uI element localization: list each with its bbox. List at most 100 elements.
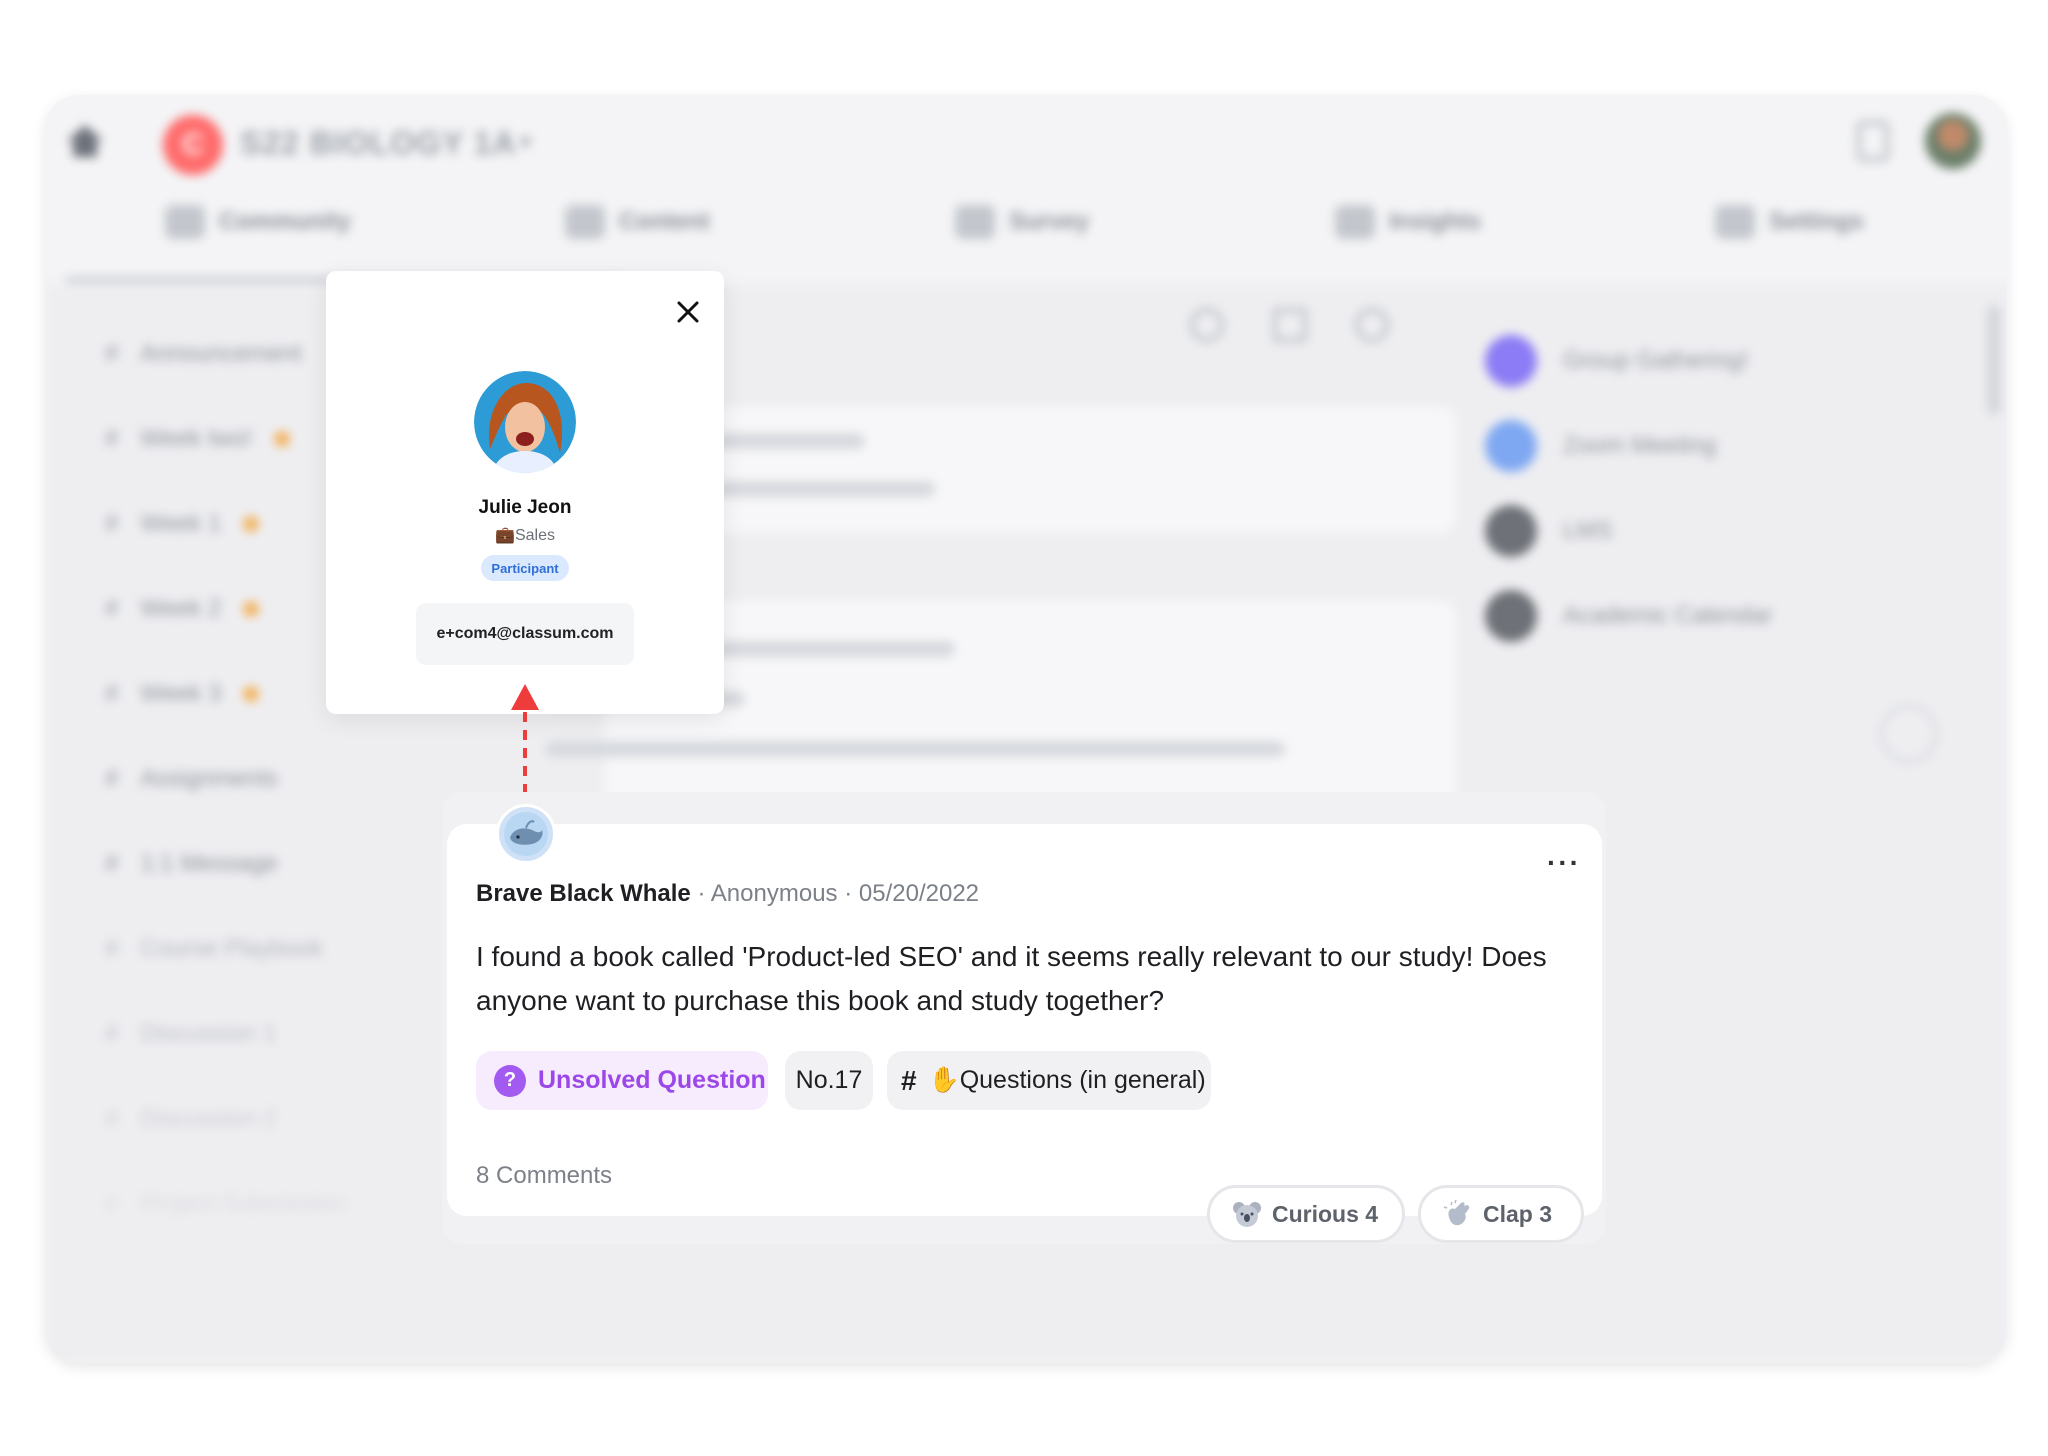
post-date: 05/20/2022 — [858, 880, 980, 907]
sidebar-item-label: Course Playbook — [140, 935, 324, 962]
chevron-down-icon[interactable]: ▾ — [520, 129, 531, 155]
sidebar-item-label: Project Submission — [140, 1190, 346, 1217]
tab-label: Settings — [1769, 208, 1864, 235]
tab-survey[interactable]: Survey — [955, 205, 1089, 239]
hash-icon: # — [105, 765, 119, 792]
settings-icon[interactable] — [1355, 308, 1389, 342]
course-name[interactable]: S22 BIOLOGY 1A — [240, 125, 517, 162]
app-header: C S22 BIOLOGY 1A ▾ — [45, 95, 2007, 195]
whale-icon — [504, 812, 548, 856]
sidebar-item[interactable]: # Discussion 1 — [105, 1020, 276, 1048]
sidebar-item-label: Discussion 2 — [140, 1105, 277, 1132]
meta-separator: · — [844, 880, 859, 907]
course-logo[interactable]: C — [163, 115, 223, 175]
community-icon — [165, 205, 205, 239]
sidebar-item-label: Discussion 1 — [140, 1020, 277, 1047]
sidebar-item[interactable]: # Week two! — [105, 425, 290, 453]
feed-card[interactable] — [605, 407, 1455, 533]
graduation-cap-icon — [1485, 505, 1537, 557]
sidebar-item[interactable]: # Course Playbook — [105, 935, 323, 963]
tab-insights[interactable]: Insights — [1335, 205, 1481, 239]
unread-dot — [273, 431, 290, 447]
right-panel-label: Academic Calendar — [1563, 602, 1773, 629]
right-panel-item[interactable]: Academic Calendar — [1485, 590, 1772, 642]
sidebar-item-label: Assignments — [140, 765, 278, 792]
hash-icon: # — [105, 1105, 119, 1132]
hash-icon: # — [105, 1020, 119, 1047]
more-options-button[interactable]: ··· — [1547, 849, 1581, 877]
reaction-label: Curious 4 — [1272, 1200, 1379, 1227]
hash-icon: # — [105, 510, 119, 537]
topic-tag[interactable]: # ✋Questions (in general) — [887, 1051, 1211, 1110]
right-panel-item[interactable]: LMS — [1485, 505, 1612, 557]
sidebar-item[interactable]: # Announcement — [105, 340, 302, 368]
right-panel-label: LMS — [1563, 517, 1613, 544]
post-meta: Brave Black Whale · Anonymous · 05/20/20… — [476, 880, 979, 908]
hash-icon: # — [105, 340, 119, 367]
home-icon[interactable] — [65, 123, 105, 159]
video-icon — [1485, 420, 1537, 472]
curious-reaction-button[interactable]: Curious 4 — [1207, 1185, 1405, 1243]
post-visibility: Anonymous — [710, 880, 838, 907]
document-icon[interactable] — [1857, 121, 1889, 161]
sidebar-item[interactable]: # Discussion 2 — [105, 1105, 276, 1133]
filter-icon[interactable] — [1273, 308, 1307, 342]
clap-reaction-button[interactable]: Clap 3 — [1418, 1185, 1584, 1243]
sidebar-item-label: Week 3 — [140, 680, 222, 707]
add-button[interactable] — [1880, 705, 1938, 763]
sidebar-item[interactable]: # Week 1 — [105, 510, 260, 538]
unread-dot — [243, 601, 260, 617]
right-panel-item[interactable]: Zoom Meeting — [1485, 420, 1716, 472]
hash-icon: # — [105, 935, 119, 962]
post-number-tag: No.17 — [785, 1051, 873, 1110]
sidebar-item-label: Week two! — [140, 425, 252, 452]
profile-email[interactable]: e+com4@classum.com — [416, 603, 634, 665]
sidebar-item[interactable]: # Assignments — [105, 765, 278, 793]
scrollbar[interactable] — [1987, 305, 2001, 415]
content-icon — [565, 205, 605, 239]
hash-icon: # — [105, 595, 119, 622]
screenshot-stage: C S22 BIOLOGY 1A ▾ Community Content Sur… — [0, 0, 2048, 1456]
question-icon: ? — [494, 1064, 526, 1097]
meta-separator: · — [697, 880, 711, 907]
tab-label: Insights — [1389, 208, 1482, 235]
tab-content[interactable]: Content — [565, 205, 710, 239]
search-icon[interactable] — [1190, 308, 1224, 342]
sidebar-item[interactable]: # Project Submission — [105, 1190, 346, 1218]
hash-icon: # — [105, 680, 119, 707]
right-panel-item[interactable]: Group Gathering! — [1485, 335, 1748, 387]
tab-community[interactable]: Community — [165, 205, 351, 239]
right-panel-label: Group Gathering! — [1563, 347, 1749, 374]
tab-settings[interactable]: Settings — [1715, 205, 1864, 239]
unread-dot — [243, 516, 260, 532]
clap-icon — [1443, 1199, 1470, 1226]
group-icon — [1485, 335, 1537, 387]
graduation-cap-icon — [1485, 590, 1537, 642]
sidebar-item-label: Week 1 — [140, 510, 222, 537]
hash-icon: # — [105, 425, 119, 452]
sidebar-item[interactable]: # Week 3 — [105, 680, 260, 708]
close-icon[interactable] — [671, 295, 705, 329]
hash-icon: # — [105, 1190, 119, 1217]
participant-badge: Participant — [481, 555, 569, 581]
right-panel-label: Zoom Meeting — [1563, 432, 1717, 459]
user-avatar[interactable] — [1925, 113, 1981, 169]
gear-icon — [1715, 205, 1755, 239]
whale-avatar[interactable] — [496, 804, 556, 864]
sidebar-item[interactable]: #1:1 Message — [105, 850, 278, 878]
profile-role: 💼Sales — [495, 527, 555, 544]
insights-icon — [1335, 205, 1375, 239]
sidebar-item-label: 1:1 Message — [140, 850, 278, 877]
sidebar-item[interactable]: # Week 2 — [105, 595, 260, 623]
reaction-label: Clap 3 — [1483, 1200, 1553, 1227]
survey-icon — [955, 205, 995, 239]
comments-count[interactable]: 8 Comments — [476, 1162, 612, 1190]
tab-label: Content — [619, 208, 710, 235]
annotation-arrow-icon — [511, 684, 539, 794]
unsolved-question-tag[interactable]: ? Unsolved Question — [476, 1051, 768, 1110]
tab-label: Survey — [1009, 208, 1090, 235]
post-author[interactable]: Brave Black Whale — [476, 880, 691, 907]
post-body: I found a book called 'Product-led SEO' … — [476, 941, 1547, 1016]
unread-dot — [243, 686, 260, 702]
sidebar-item-label: Week 2 — [140, 595, 222, 622]
